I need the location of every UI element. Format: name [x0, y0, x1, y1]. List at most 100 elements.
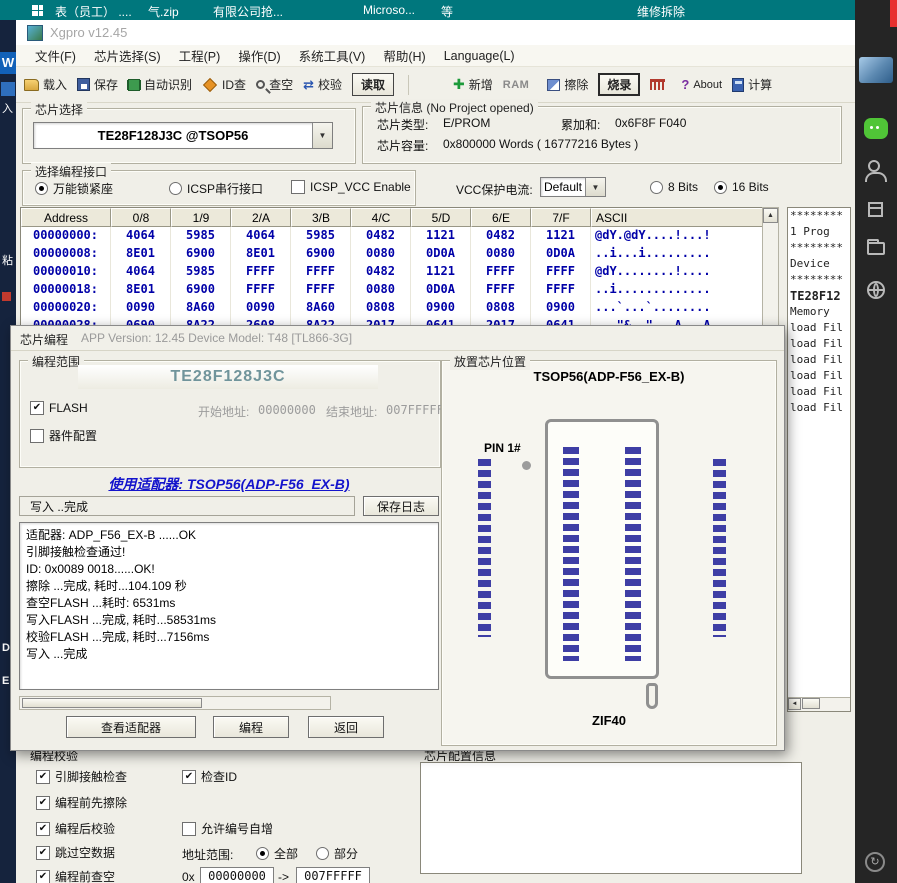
- desktop-icon-blue[interactable]: [1, 82, 15, 96]
- hex-value[interactable]: 0D0A: [411, 245, 471, 263]
- hex-value[interactable]: 8A60: [291, 299, 351, 317]
- hex-value[interactable]: 6900: [171, 281, 231, 299]
- hex-value[interactable]: 8E01: [111, 245, 171, 263]
- hex-value[interactable]: 4064: [111, 227, 171, 245]
- range-part-option[interactable]: 部分: [316, 845, 358, 862]
- package-icon[interactable]: [868, 202, 883, 217]
- burn-button[interactable]: 烧录: [598, 73, 640, 96]
- menu-item[interactable]: 操作(D): [229, 46, 289, 65]
- blank-before-checkbox[interactable]: [36, 870, 50, 883]
- hex-value[interactable]: 1121: [531, 227, 591, 245]
- about-button[interactable]: ?About: [681, 77, 722, 92]
- chip-select-combo[interactable]: TE28F128J3C @TSOP56 ▼: [33, 122, 333, 149]
- float-ball-icon[interactable]: ↻: [865, 852, 885, 872]
- hex-value[interactable]: 6900: [171, 245, 231, 263]
- calc-button[interactable]: 计算: [732, 76, 772, 93]
- auto-identify-button[interactable]: 自动识别: [128, 76, 192, 93]
- menu-item[interactable]: 帮助(H): [374, 46, 434, 65]
- hex-address[interactable]: 00000020:: [21, 299, 111, 317]
- save-log-button[interactable]: 保存日志: [363, 496, 439, 516]
- bits8-option[interactable]: 8 Bits: [650, 180, 698, 194]
- window-titlebar[interactable]: Xgpro v12.45: [16, 20, 855, 46]
- check-id-checkbox[interactable]: [182, 770, 196, 784]
- erase-before-option[interactable]: 编程前先擦除: [36, 794, 127, 811]
- hex-address[interactable]: 00000018:: [21, 281, 111, 299]
- log-horizontal-scrollbar[interactable]: [19, 696, 331, 710]
- hex-ascii[interactable]: @dY.@dY....!...!: [591, 227, 763, 245]
- range-all-option[interactable]: 全部: [256, 845, 298, 862]
- hex-value[interactable]: 0D0A: [531, 245, 591, 263]
- menu-item[interactable]: 芯片选择(S): [85, 46, 170, 65]
- blank-before-option[interactable]: 编程前查空: [36, 868, 115, 883]
- chevron-down-icon[interactable]: ▼: [585, 178, 605, 196]
- verify-button[interactable]: ⇄校验: [303, 76, 342, 93]
- hex-value[interactable]: 0080: [351, 245, 411, 263]
- dialog-titlebar[interactable]: 芯片编程 APP Version: 12.45 Device Model: T4…: [11, 326, 784, 351]
- hex-value[interactable]: 1121: [411, 227, 471, 245]
- hex-value[interactable]: FFFF: [531, 281, 591, 299]
- menu-item[interactable]: 工程(P): [170, 46, 230, 65]
- hex-value[interactable]: FFFF: [231, 281, 291, 299]
- hex-value[interactable]: 0808: [471, 299, 531, 317]
- hex-value[interactable]: 4064: [111, 263, 171, 281]
- menu-item[interactable]: Language(L): [435, 49, 524, 63]
- skip-blank-checkbox[interactable]: [36, 846, 50, 860]
- icsp-vcc-checkbox[interactable]: [291, 180, 305, 194]
- contacts-icon[interactable]: [868, 160, 880, 172]
- menu-item[interactable]: 系统工具(V): [290, 46, 375, 65]
- pin-check-checkbox[interactable]: [36, 770, 50, 784]
- scroll-up-button[interactable]: ▲: [763, 208, 778, 223]
- menu-item[interactable]: 文件(F): [26, 46, 85, 65]
- desktop-icon-w[interactable]: W: [0, 52, 16, 74]
- load-button[interactable]: 载入: [24, 76, 67, 93]
- skip-blank-option[interactable]: 跳过空数据: [36, 844, 115, 861]
- copy-tool-button[interactable]: [650, 79, 665, 90]
- verify-after-option[interactable]: 编程后校验: [36, 820, 115, 837]
- check-id-option[interactable]: 检查ID: [182, 768, 237, 785]
- taskbar-item[interactable]: 气.zip: [148, 3, 179, 20]
- view-adapter-button[interactable]: 查看适配器: [66, 716, 196, 738]
- hex-ascii[interactable]: ..i.............: [591, 281, 763, 299]
- hex-address[interactable]: 00000008:: [21, 245, 111, 263]
- hex-value[interactable]: 0900: [531, 299, 591, 317]
- hex-address[interactable]: 00000010:: [21, 263, 111, 281]
- hex-value[interactable]: 8E01: [111, 281, 171, 299]
- hex-buffer-table[interactable]: Address0/81/92/A3/B4/C5/D6/E7/FASCII0000…: [20, 207, 764, 336]
- icsp-radio-option[interactable]: ICSP串行接口: [169, 180, 263, 197]
- id-check-button[interactable]: ID查: [202, 76, 246, 93]
- scrollbar-thumb[interactable]: [22, 698, 202, 708]
- bits16-radio[interactable]: [714, 181, 727, 194]
- erase-before-checkbox[interactable]: [36, 796, 50, 810]
- program-button[interactable]: 编程: [213, 716, 289, 738]
- side-horizontal-scrollbar[interactable]: ◄: [788, 697, 850, 711]
- flash-option[interactable]: FLASH: [30, 401, 88, 415]
- back-button[interactable]: 返回: [308, 716, 384, 738]
- flash-checkbox[interactable]: [30, 401, 44, 415]
- hex-value[interactable]: 1121: [411, 263, 471, 281]
- add-button[interactable]: ✚新增: [453, 76, 493, 93]
- icsp-vcc-option[interactable]: ICSP_VCC Enable: [291, 180, 411, 194]
- save-button[interactable]: 保存: [77, 76, 118, 93]
- hex-value[interactable]: 0808: [351, 299, 411, 317]
- auto-increment-option[interactable]: 允许编号自增: [182, 820, 273, 837]
- scrollbar-thumb[interactable]: [802, 698, 820, 709]
- socket-radio[interactable]: [35, 182, 48, 195]
- range-part-radio[interactable]: [316, 847, 329, 860]
- ram-button[interactable]: RAM: [503, 79, 530, 91]
- verify-after-checkbox[interactable]: [36, 822, 50, 836]
- blank-check-button[interactable]: 查空: [256, 76, 293, 93]
- hex-value[interactable]: 4064: [231, 227, 291, 245]
- hex-value[interactable]: FFFF: [531, 263, 591, 281]
- taskbar-item[interactable]: 有限公司抢...: [213, 3, 283, 20]
- hex-vertical-scrollbar[interactable]: ▲: [762, 207, 779, 337]
- folder-icon[interactable]: [867, 242, 885, 255]
- auto-increment-checkbox[interactable]: [182, 822, 196, 836]
- hex-ascii[interactable]: @dY........!....: [591, 263, 763, 281]
- hex-value[interactable]: 0080: [351, 281, 411, 299]
- program-log[interactable]: 适配器: ADP_F56_EX-B ......OK引脚接触检查通过!ID: 0…: [19, 522, 439, 690]
- photo-thumbnail[interactable]: [859, 57, 893, 83]
- hex-value[interactable]: 5985: [171, 227, 231, 245]
- taskbar-item[interactable]: 维修拆除: [637, 3, 685, 20]
- bits8-radio[interactable]: [650, 181, 663, 194]
- hex-value[interactable]: 0090: [231, 299, 291, 317]
